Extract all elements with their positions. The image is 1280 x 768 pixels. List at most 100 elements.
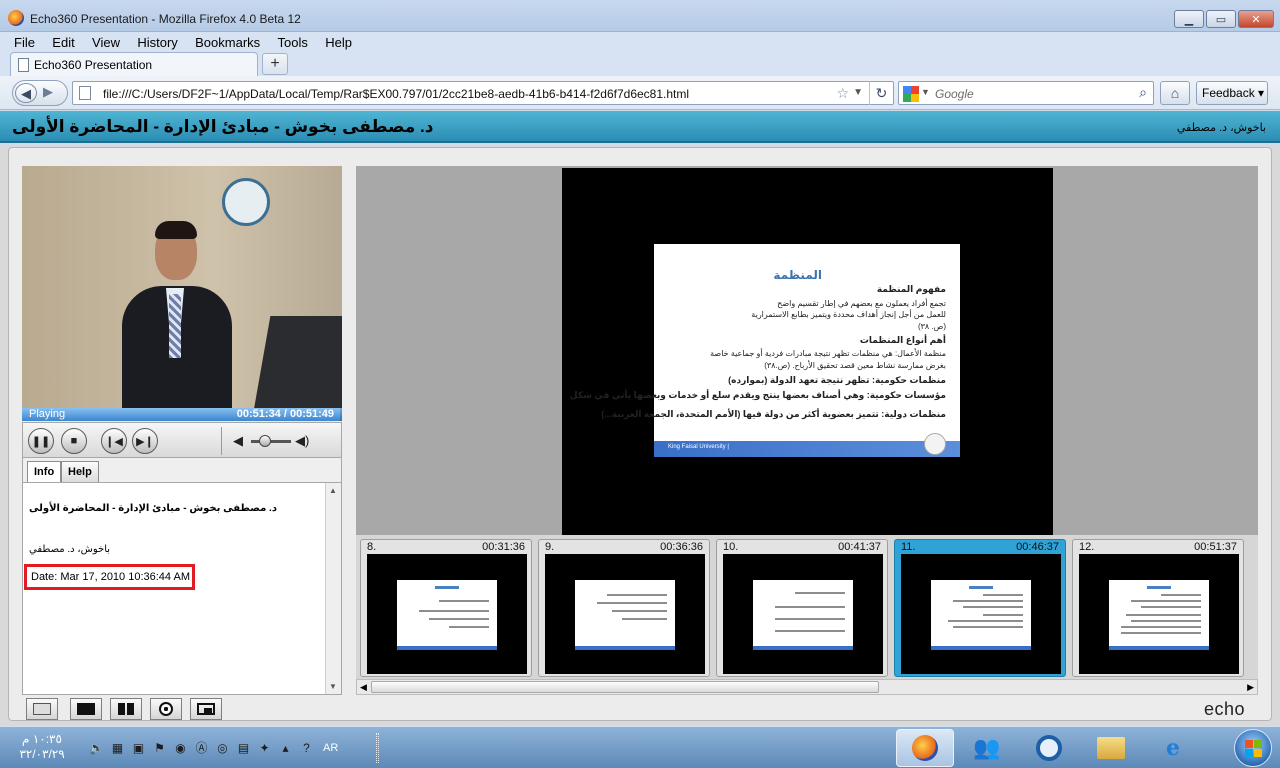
history-dropdown-icon[interactable]: ▼: [853, 87, 863, 98]
playback-progress-bar[interactable]: Playing 00:51:34 / 00:51:49: [22, 408, 342, 421]
next-button[interactable]: ▶❙: [132, 428, 158, 454]
search-placeholder[interactable]: Google: [935, 87, 974, 101]
scroll-left-icon[interactable]: ◀: [360, 682, 367, 693]
minimize-icon: ▁: [1184, 13, 1194, 26]
tab-help[interactable]: Help: [61, 461, 99, 482]
show-hidden-icon[interactable]: ▴: [277, 739, 294, 756]
menu-edit[interactable]: Edit: [52, 35, 74, 50]
language-indicator[interactable]: AR: [323, 739, 338, 756]
current-slide: المنظمة مفهوم المنظمة تجمع أفراد يعملون …: [570, 244, 960, 457]
volume-max-icon[interactable]: ◀): [295, 433, 309, 449]
thumbnail-slide: [575, 580, 675, 650]
back-button[interactable]: ◀: [15, 83, 37, 103]
anydvd-icon[interactable]: Ⓐ: [193, 739, 210, 756]
taskbar-ie[interactable]: e: [1144, 729, 1202, 767]
scrollbar-thumb[interactable]: [371, 681, 879, 693]
monitor-image: [253, 316, 342, 408]
menu-file[interactable]: File: [14, 35, 35, 50]
close-button[interactable]: ✕: [1238, 10, 1274, 28]
presenter-tie: [169, 294, 181, 358]
playback-status: Playing: [29, 408, 66, 420]
info-scrollbar[interactable]: ▲ ▼: [325, 483, 341, 694]
menu-tools[interactable]: Tools: [278, 35, 308, 50]
flag-icon[interactable]: ⚑: [151, 739, 168, 756]
search-icon[interactable]: ⌕: [1139, 84, 1147, 101]
maximize-button[interactable]: ▭: [1206, 10, 1236, 28]
tab-echo360[interactable]: Echo360 Presentation: [10, 52, 258, 76]
slide-line: منظمات حكومية: تظهر نتيجة تعهد الدولة (ب…: [728, 375, 946, 385]
info-presenter: باخوش، د. مصطفي: [29, 544, 111, 555]
messenger-icon[interactable]: ◉: [172, 739, 189, 756]
menu-history[interactable]: History: [137, 35, 177, 50]
pause-button[interactable]: ❚❚: [28, 428, 54, 454]
close-icon: ✕: [1251, 13, 1261, 26]
thumbnail-8[interactable]: 8. 00:31:36: [360, 539, 532, 677]
layout-slide-button[interactable]: [70, 698, 102, 720]
home-button[interactable]: ⌂: [1160, 81, 1190, 105]
thumbnail-slide: [753, 580, 853, 650]
back-forward-group: ◀ ▶: [12, 80, 68, 106]
search-bar[interactable]: ▼ Google ⌕: [898, 81, 1154, 105]
system-clock[interactable]: ١٠:٣٥ م ٣٢/٠٣/٢٩: [6, 732, 78, 762]
network-icon[interactable]: ▦: [109, 739, 126, 756]
volume-mute-icon[interactable]: ◀: [233, 433, 243, 449]
thumbnail-10[interactable]: 10. 00:41:37: [716, 539, 888, 677]
taskbar-users[interactable]: 👥: [958, 729, 1016, 767]
menu-bookmarks[interactable]: Bookmarks: [195, 35, 260, 50]
menu-view[interactable]: View: [92, 35, 120, 50]
feedback-button[interactable]: Feedback ▾: [1196, 81, 1268, 105]
minimize-button[interactable]: ▁: [1174, 10, 1204, 28]
video-player[interactable]: [22, 166, 342, 408]
slide-footer-text: King Faisal University |: [668, 444, 729, 450]
menu-help[interactable]: Help: [325, 35, 352, 50]
url-bar[interactable]: file:///C:/Users/DF2F~1/AppData/Local/Te…: [72, 81, 894, 105]
layout-record-button[interactable]: [150, 698, 182, 720]
layout-video-button[interactable]: [26, 698, 58, 720]
controls-divider: [221, 427, 222, 455]
bluetooth-icon[interactable]: ✦: [256, 739, 273, 756]
volume-slider[interactable]: [251, 440, 291, 443]
graphics-icon[interactable]: ▤: [235, 739, 252, 756]
thumbnail-number: 11.: [901, 541, 916, 553]
thumbnail-11[interactable]: 11. 00:46:37: [894, 539, 1066, 677]
volume-icon[interactable]: 🔈: [88, 739, 105, 756]
url-text[interactable]: file:///C:/Users/DF2F~1/AppData/Local/Te…: [103, 87, 689, 101]
recording-date: Date: Mar 17, 2010 10:36:44 AM: [24, 564, 195, 590]
taskbar-quicktime[interactable]: [1020, 729, 1078, 767]
thumbnail-9[interactable]: 9. 00:36:36: [538, 539, 710, 677]
thumbnail-scrollbar[interactable]: ◀ ▶: [356, 679, 1258, 695]
layout-pip-button[interactable]: [190, 698, 222, 720]
layout-grid-icon: [118, 703, 134, 715]
scroll-up-icon[interactable]: ▲: [329, 486, 337, 495]
previous-button[interactable]: ❙◀: [101, 428, 127, 454]
scroll-down-icon[interactable]: ▼: [329, 682, 337, 691]
slide-university-logo: [924, 433, 946, 455]
scroll-right-icon[interactable]: ▶: [1247, 682, 1254, 693]
thumbnail-time: 00:51:37: [1194, 541, 1237, 553]
power-icon[interactable]: ▣: [130, 739, 147, 756]
forward-button[interactable]: ▶: [43, 84, 53, 100]
thumbnail-12[interactable]: 12. 00:51:37: [1072, 539, 1244, 677]
tab-info[interactable]: Info: [27, 461, 62, 483]
new-tab-button[interactable]: +: [262, 53, 288, 75]
layout-video-icon: [33, 703, 51, 715]
help-icon[interactable]: ?: [298, 739, 315, 756]
slide-line: (ص. ٣٨): [917, 322, 946, 331]
firefox-icon: [912, 735, 938, 761]
back-arrow-icon: ◀: [21, 86, 31, 101]
google-icon[interactable]: [903, 86, 919, 102]
taskbar-firefox[interactable]: [896, 729, 954, 767]
slide-line: تجمع أفراد يعملون مع بعضهم في إطار تقسيم…: [777, 299, 946, 308]
university-seal: [222, 178, 270, 226]
security-icon[interactable]: ◎: [214, 739, 231, 756]
taskbar-explorer[interactable]: [1082, 729, 1140, 767]
stop-button[interactable]: ■: [61, 428, 87, 454]
bookmark-star-icon[interactable]: ☆: [836, 85, 849, 102]
reload-icon[interactable]: ↻: [869, 81, 893, 105]
layout-grid-button[interactable]: [110, 698, 142, 720]
start-button[interactable]: [1234, 729, 1272, 767]
volume-handle[interactable]: [259, 435, 271, 447]
presenter-hair: [155, 221, 197, 239]
windows-taskbar: ١٠:٣٥ م ٣٢/٠٣/٢٩ 🔈 ▦ ▣ ⚑ ◉ Ⓐ ◎ ▤ ✦ ▴ ? A…: [0, 726, 1280, 768]
search-engine-dropdown-icon[interactable]: ▼: [921, 87, 930, 97]
